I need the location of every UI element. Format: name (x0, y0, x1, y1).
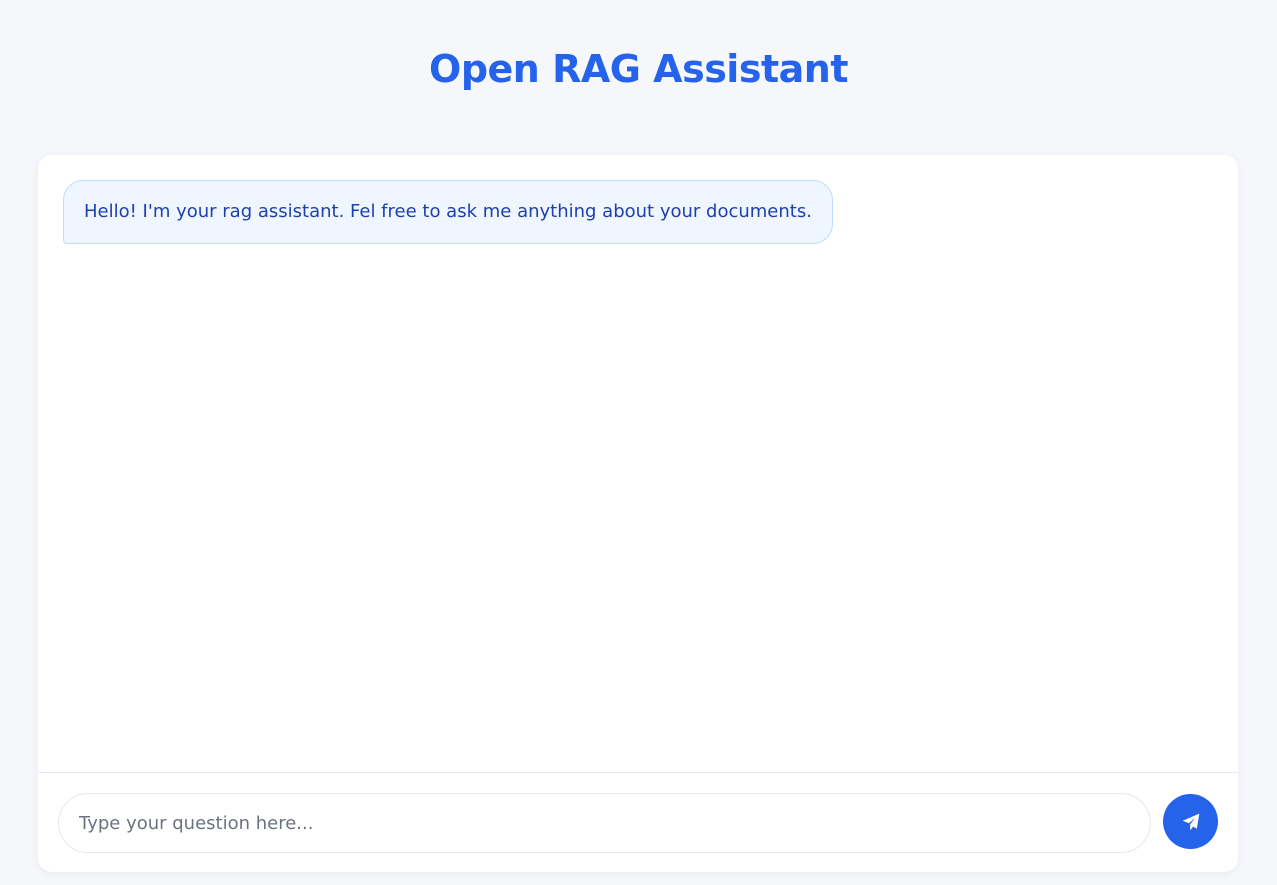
composer-bar (38, 772, 1238, 872)
question-input[interactable] (58, 793, 1151, 853)
message-list[interactable]: Hello! I'm your rag assistant. Fel free … (38, 155, 1238, 772)
send-button[interactable] (1163, 794, 1218, 849)
page-title: Open RAG Assistant (429, 47, 848, 91)
assistant-message-bubble: Hello! I'm your rag assistant. Fel free … (63, 180, 833, 244)
app-page: Open RAG Assistant Hello! I'm your rag a… (0, 0, 1277, 885)
paper-plane-icon (1182, 813, 1199, 830)
chat-container: Hello! I'm your rag assistant. Fel free … (38, 155, 1238, 872)
